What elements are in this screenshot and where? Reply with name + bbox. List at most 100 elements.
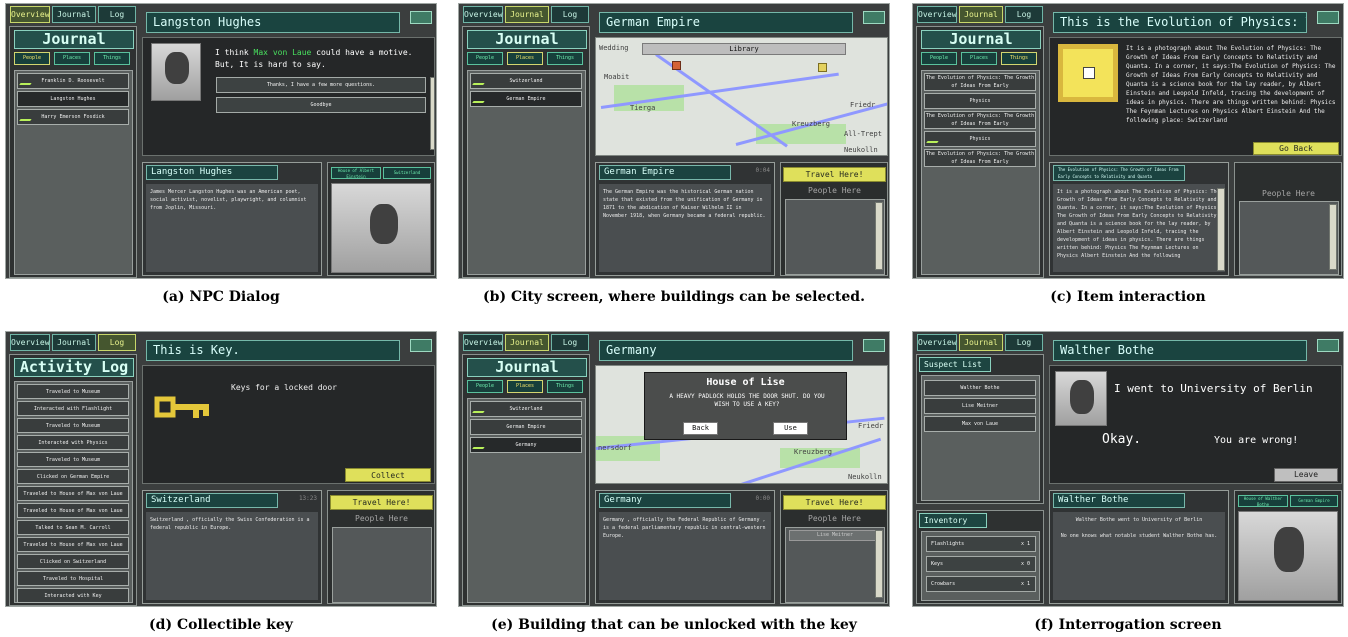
back-button[interactable]: Back xyxy=(683,422,718,435)
tab-things[interactable]: Things xyxy=(1001,52,1037,65)
info-text: The German Empire was the historical Ger… xyxy=(599,184,771,272)
tab-log[interactable]: Log xyxy=(551,6,589,23)
tab-overview[interactable]: Overview xyxy=(917,6,957,23)
place-tag[interactable]: German Empire xyxy=(1290,495,1338,507)
building-marker[interactable] xyxy=(672,61,681,70)
tab-places[interactable]: Places xyxy=(54,52,90,65)
tab-people[interactable]: People xyxy=(467,52,503,65)
tab-journal[interactable]: Journal xyxy=(52,334,96,351)
city-map[interactable]: Library Wedding Moabit Tierga Kreuzberg … xyxy=(595,37,888,156)
page-title: German Empire xyxy=(599,12,853,33)
pause-button[interactable] xyxy=(863,11,885,24)
list-item[interactable]: Lise Meitner xyxy=(924,398,1036,414)
tab-log[interactable]: Log xyxy=(98,334,136,351)
tab-people[interactable]: People xyxy=(921,52,957,65)
scrollbar[interactable] xyxy=(430,77,434,150)
suspect-list-tab[interactable]: Suspect List xyxy=(919,357,991,372)
pause-button[interactable] xyxy=(1317,11,1339,24)
inventory-tab[interactable]: Inventory xyxy=(919,513,987,528)
people-here-list: Lise Meitner xyxy=(785,527,885,603)
list-item[interactable]: Franklin D. Roosevelt xyxy=(17,73,129,89)
list-item[interactable]: Physics xyxy=(924,93,1036,109)
inventory-item: Crowbars x 1 xyxy=(926,576,1036,592)
list-item[interactable]: The Evolution of Physics: The Growth of … xyxy=(924,149,1036,167)
tab-places[interactable]: Places xyxy=(507,52,543,65)
tab-overview[interactable]: Overview xyxy=(463,6,503,23)
wrong-option[interactable]: You are wrong! xyxy=(1214,435,1298,446)
list-item[interactable]: Switzerland xyxy=(470,73,582,89)
people-here-list xyxy=(332,527,432,603)
go-back-button[interactable]: Go Back xyxy=(1253,142,1339,155)
log-item: Interacted with Flashlight xyxy=(17,401,129,416)
tab-people[interactable]: People xyxy=(14,52,50,65)
tab-things[interactable]: Things xyxy=(547,380,583,393)
scrollbar[interactable] xyxy=(1217,188,1225,271)
tab-log[interactable]: Log xyxy=(1005,334,1043,351)
tab-journal[interactable]: Journal xyxy=(505,334,549,351)
tab-places[interactable]: Places xyxy=(961,52,997,65)
pause-button[interactable] xyxy=(410,11,432,24)
tab-overview[interactable]: Overview xyxy=(917,334,957,351)
scrollbar[interactable] xyxy=(1329,204,1337,270)
city-map[interactable]: nersdorf Kreuzberg Friedr Neukolln House… xyxy=(595,365,888,484)
page-title: Walther Bothe xyxy=(1053,340,1307,361)
tab-journal[interactable]: Journal xyxy=(959,6,1003,23)
list-item[interactable]: Germany xyxy=(470,437,582,453)
info-panel: Germany 0:00 Germany , officially the Fe… xyxy=(595,490,775,604)
leave-button[interactable]: Leave xyxy=(1274,468,1338,482)
travel-button[interactable]: Travel Here! xyxy=(330,495,433,510)
tab-journal[interactable]: Journal xyxy=(52,6,96,23)
place-tag[interactable]: Switzerland xyxy=(383,167,431,179)
list-item[interactable]: Physics xyxy=(924,131,1036,147)
tab-overview[interactable]: Overview xyxy=(10,6,50,23)
travel-button[interactable]: Travel Here! xyxy=(783,495,886,510)
place-tag[interactable]: House of Walther Bothe xyxy=(1238,495,1288,507)
people-here-list xyxy=(1239,201,1339,275)
list-item[interactable]: Max von Laue xyxy=(924,416,1036,432)
log-item: Talked to Sean M. Carroll xyxy=(17,520,129,535)
pause-button[interactable] xyxy=(1317,339,1339,352)
log-item: Traveled to House of Max von Laue xyxy=(17,503,129,518)
pause-button[interactable] xyxy=(410,339,432,352)
travel-button[interactable]: Travel Here! xyxy=(783,167,886,182)
list-item[interactable]: German Empire xyxy=(470,91,582,107)
reply-button[interactable]: Thanks, I have a few more questions. xyxy=(216,77,426,93)
people-here-label: People Here xyxy=(355,514,408,523)
place-list: Switzerland German Empire xyxy=(467,70,586,275)
okay-option[interactable]: Okay. xyxy=(1102,432,1141,447)
tab-journal[interactable]: Journal xyxy=(505,6,549,23)
building-marker[interactable] xyxy=(818,63,827,72)
tab-things[interactable]: Things xyxy=(547,52,583,65)
info-text: Switzerland , officially the Swiss Confe… xyxy=(146,512,318,600)
key-icon xyxy=(153,384,213,424)
log-item: Clicked on German Empire xyxy=(17,469,129,484)
person-button[interactable]: Lise Meitner xyxy=(789,530,881,541)
tab-overview[interactable]: Overview xyxy=(463,334,503,351)
tab-journal[interactable]: Journal xyxy=(959,334,1003,351)
tab-log[interactable]: Log xyxy=(98,6,136,23)
scrollbar[interactable] xyxy=(875,530,883,598)
people-here-label: People Here xyxy=(808,186,861,195)
tab-log[interactable]: Log xyxy=(1005,6,1043,23)
list-item[interactable]: German Empire xyxy=(470,419,582,435)
list-item[interactable]: Walther Bothe xyxy=(924,380,1036,396)
list-item[interactable]: Switzerland xyxy=(470,401,582,417)
caption: (e) Building that can be unlocked with t… xyxy=(491,617,857,633)
person-list: Franklin D. Roosevelt Langston Hughes Ha… xyxy=(14,70,133,275)
list-item[interactable]: The Evolution of Physics: The Growth of … xyxy=(924,73,1036,91)
place-tag[interactable]: House of Albert Einstein xyxy=(331,167,381,179)
tab-things[interactable]: Things xyxy=(94,52,130,65)
list-item[interactable]: The Evolution of Physics: The Growth of … xyxy=(924,111,1036,129)
tab-places[interactable]: Places xyxy=(507,380,543,393)
pause-button[interactable] xyxy=(863,339,885,352)
goodbye-button[interactable]: Goodbye xyxy=(216,97,426,113)
use-key-button[interactable]: Use xyxy=(773,422,808,435)
tab-overview[interactable]: Overview xyxy=(10,334,50,351)
collect-button[interactable]: Collect xyxy=(345,468,431,482)
scrollbar[interactable] xyxy=(875,202,883,270)
travel-panel: Travel Here! People Here Lise Meitner xyxy=(780,490,888,604)
tab-log[interactable]: Log xyxy=(551,334,589,351)
list-item[interactable]: Langston Hughes xyxy=(17,91,129,107)
list-item[interactable]: Harry Emerson Fosdick xyxy=(17,109,129,125)
tab-people[interactable]: People xyxy=(467,380,503,393)
